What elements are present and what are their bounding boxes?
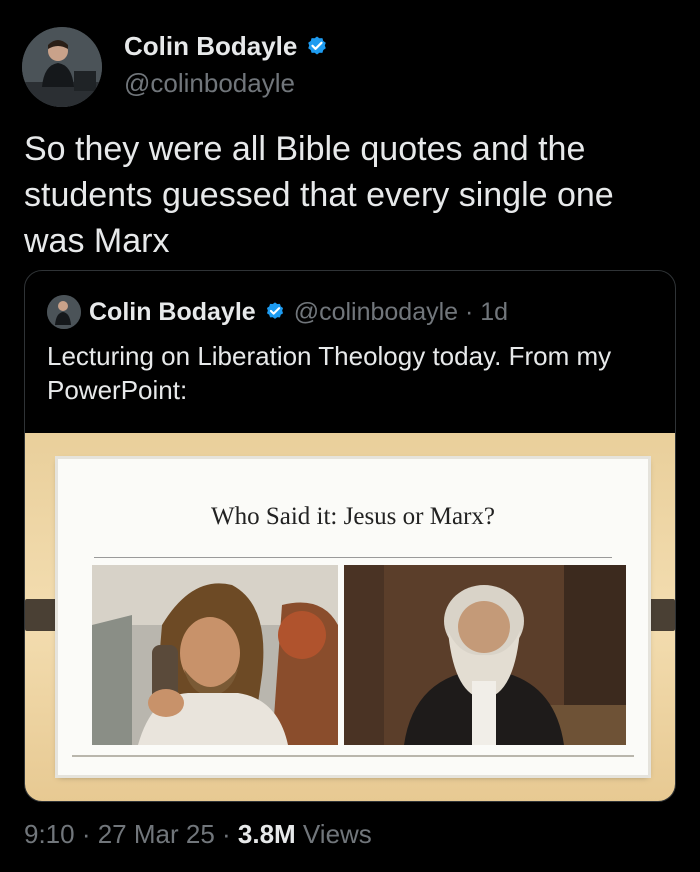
marx-portrait-image xyxy=(344,565,626,745)
quoted-tweet-header: Colin Bodayle @colinbodayle · 1d xyxy=(47,295,508,329)
slide-divider xyxy=(94,557,612,558)
quoted-tweet-avatar[interactable] xyxy=(47,295,81,329)
quoted-tweet-image[interactable]: Who Said it: Jesus or Marx? xyxy=(25,433,675,801)
jesus-image xyxy=(92,565,338,745)
verified-badge-icon xyxy=(308,36,327,54)
slide-footer-line xyxy=(72,755,634,757)
quoted-tweet-text: Lecturing on Liberation Theology today. … xyxy=(47,341,612,405)
tweet-author-name-row[interactable]: Colin Bodayle xyxy=(124,31,329,62)
tweet-author-name[interactable]: Colin Bodayle xyxy=(124,31,297,62)
quoted-tweet-card[interactable]: Colin Bodayle @colinbodayle · 1d Lecturi… xyxy=(24,270,676,802)
tweet-timestamp[interactable]: 9:10 · 27 Mar 25 · xyxy=(24,819,238,849)
tweet-author-handle[interactable]: @colinbodayle xyxy=(124,68,295,99)
powerpoint-slide: Who Said it: Jesus or Marx? xyxy=(58,459,648,775)
tweet-text: So they were all Bible quotes and the st… xyxy=(24,130,614,260)
views-count: 3.8M xyxy=(237,819,296,849)
quoted-tweet-handle-time[interactable]: @colinbodayle · 1d xyxy=(294,298,508,327)
quoted-tweet-author-name[interactable]: Colin Bodayle xyxy=(89,298,256,327)
slide-title: Who Said it: Jesus or Marx? xyxy=(211,503,495,530)
verified-badge-icon xyxy=(266,302,283,319)
tweet-author-avatar[interactable] xyxy=(22,27,102,107)
tweet-footer: 9:10 · 27 Mar 25 · 3.8M Views xyxy=(24,819,372,850)
views-label: Views xyxy=(295,819,372,849)
